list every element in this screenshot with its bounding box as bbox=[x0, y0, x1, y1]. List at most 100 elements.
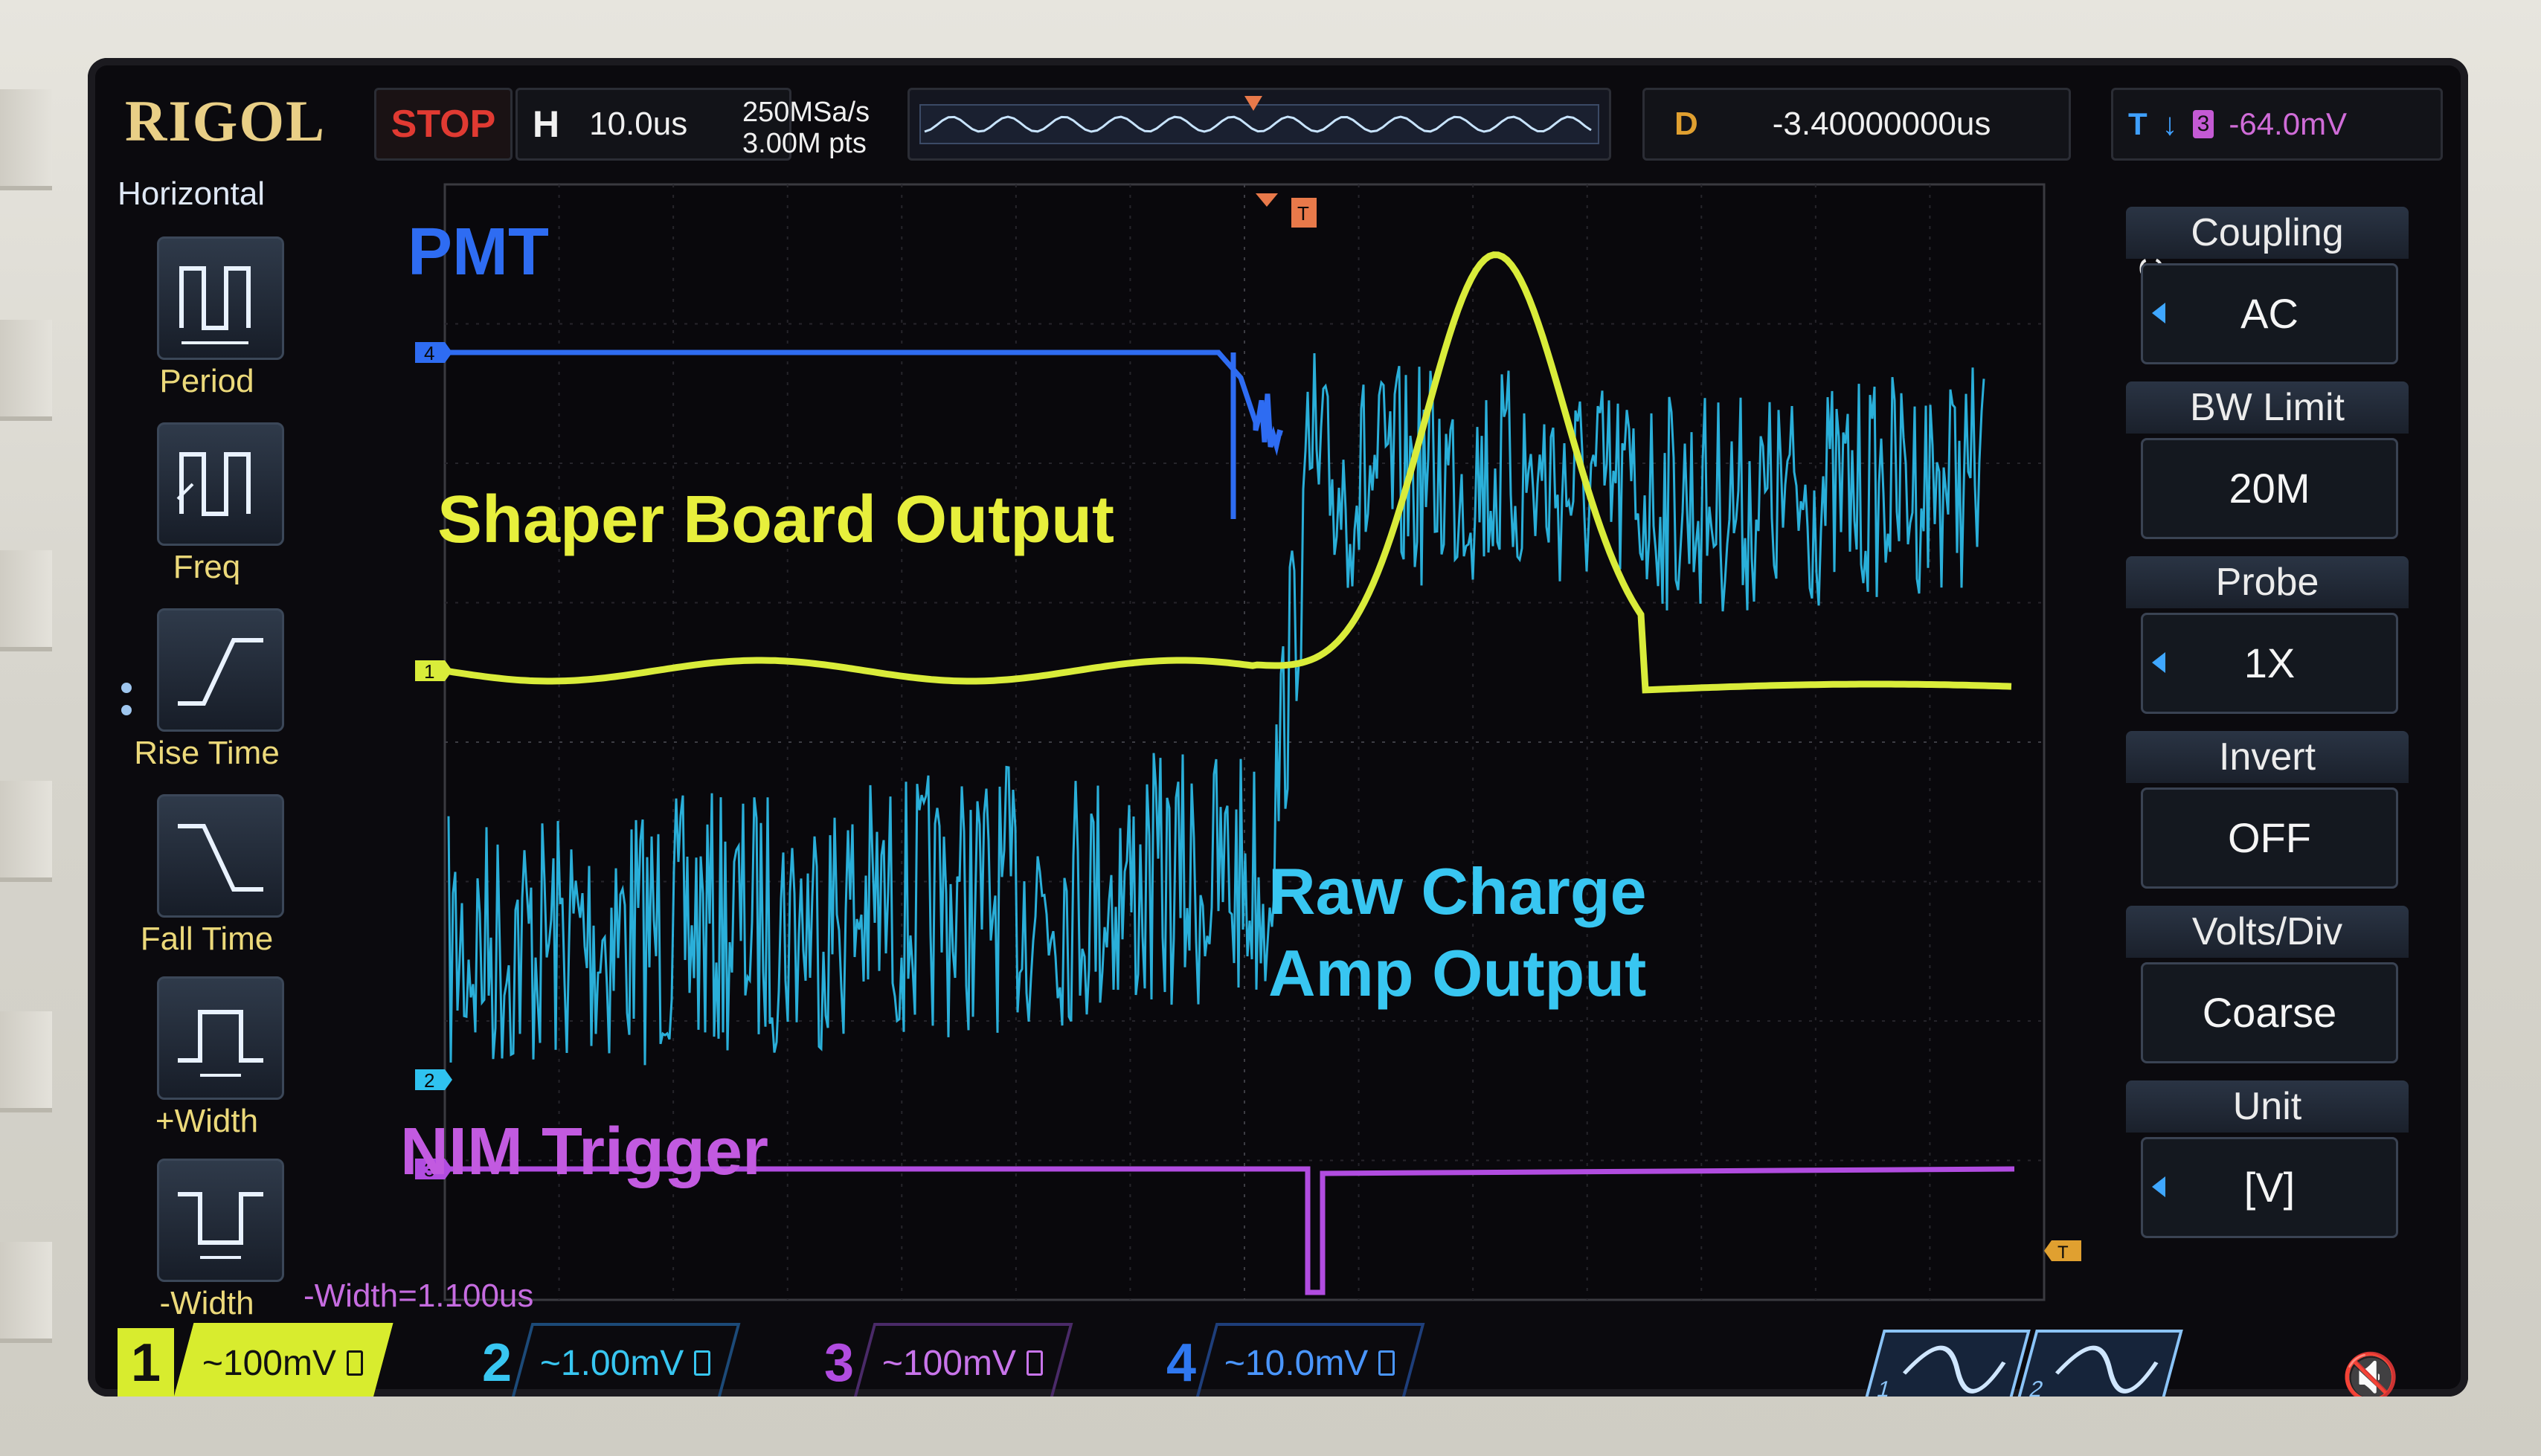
channel-number: 3 bbox=[824, 1333, 855, 1393]
horizontal-label: H bbox=[533, 103, 560, 145]
unit-value: [V] bbox=[2141, 1137, 2398, 1238]
bezel-notch bbox=[0, 550, 52, 651]
svg-text:2: 2 bbox=[2027, 1376, 2046, 1397]
memory-waveform-icon bbox=[919, 96, 1599, 144]
volts-div-value: Coarse bbox=[2141, 962, 2398, 1063]
trigger-label: T bbox=[2128, 106, 2148, 141]
delay-value: -3.40000000us bbox=[1772, 106, 1991, 142]
measure-positive-width-button[interactable]: +Width bbox=[129, 976, 284, 1155]
bezel-notch bbox=[0, 320, 52, 421]
sample-rate: 250MSa/s bbox=[742, 97, 870, 128]
unit-header: Unit bbox=[2126, 1080, 2409, 1133]
measure-rise-time-button[interactable]: Rise Time bbox=[129, 608, 284, 787]
rise-time-icon bbox=[157, 608, 284, 732]
memory-icon bbox=[694, 1350, 711, 1376]
measure-fall-time-button[interactable]: Fall Time bbox=[129, 794, 284, 973]
fall-time-icon bbox=[157, 794, 284, 918]
shaper-board-label: Shaper Board Output bbox=[437, 483, 1115, 557]
channel-number: 2 bbox=[482, 1333, 513, 1393]
memory-icon bbox=[1027, 1350, 1044, 1376]
channel-scale: ~1.00mV bbox=[510, 1323, 741, 1397]
run-stop-indicator[interactable]: STOP bbox=[374, 88, 513, 161]
invert-value: OFF bbox=[2141, 787, 2398, 889]
trigger-source: 3 bbox=[2192, 110, 2214, 138]
channel-scale: ~10.0mV bbox=[1194, 1323, 1425, 1397]
svg-text:4: 4 bbox=[424, 342, 434, 364]
unit-setting[interactable]: Unit [V] bbox=[2126, 1080, 2409, 1252]
probe-setting[interactable]: Probe 1X bbox=[2126, 556, 2409, 727]
svg-text:2: 2 bbox=[424, 1069, 434, 1092]
timebase-value: 10.0us bbox=[589, 106, 688, 142]
delay-label: D bbox=[1674, 106, 1698, 142]
delay-readout[interactable]: D -3.40000000us bbox=[1642, 88, 2071, 161]
channel-1-tab[interactable]: 1 ~100mV bbox=[118, 1322, 393, 1397]
coupling-setting[interactable]: Coupling AC bbox=[2126, 207, 2409, 378]
trigger-readout[interactable]: T ↓ 3 -64.0mV bbox=[2111, 88, 2443, 161]
sine-wave-icon bbox=[1902, 1345, 2006, 1394]
trigger-level-marker[interactable]: T bbox=[2044, 1240, 2081, 1263]
trigger-level: -64.0mV bbox=[2229, 106, 2348, 141]
channel-4-tab[interactable]: 4 ~10.0mV bbox=[1166, 1322, 1425, 1397]
channel-scale: ~100mV bbox=[172, 1323, 393, 1397]
source-1-button[interactable]: 1 bbox=[1863, 1330, 2031, 1397]
scope-screen: RIGOL STOP H 10.0us 250MSa/s 3.00M pts D… bbox=[88, 58, 2468, 1397]
memory-depth: 3.00M pts bbox=[742, 128, 867, 159]
channel-number: 4 bbox=[1166, 1333, 1197, 1393]
falling-edge-icon: ↓ bbox=[2162, 106, 2178, 141]
sound-muted-icon[interactable]: 🔇 bbox=[2342, 1350, 2399, 1397]
menu-item-label: Rise Time bbox=[134, 735, 280, 771]
channel-settings-menu: Coupling AC BW Limit 20M Probe 1X Invert… bbox=[2126, 207, 2446, 1337]
bezel-notch bbox=[0, 781, 52, 882]
bw-limit-header: BW Limit bbox=[2126, 381, 2409, 434]
channel-2-tab[interactable]: 2 ~1.00mV bbox=[482, 1322, 741, 1397]
top-status-bar: RIGOL STOP H 10.0us 250MSa/s 3.00M pts D… bbox=[88, 58, 2468, 173]
horizontal-measure-menu: Horizontal Period Freq Rise Time Fall Ti… bbox=[88, 170, 311, 1337]
svg-text:1: 1 bbox=[1875, 1376, 1894, 1397]
menu-title: Horizontal bbox=[118, 175, 266, 212]
invert-setting[interactable]: Invert OFF bbox=[2126, 731, 2409, 902]
channel-scale: ~100mV bbox=[852, 1323, 1073, 1397]
bezel-notch bbox=[0, 1242, 52, 1343]
svg-text:T: T bbox=[1297, 202, 1309, 225]
menu-item-label: Fall Time bbox=[140, 921, 274, 957]
menu-item-label: Period bbox=[159, 363, 254, 399]
memory-icon bbox=[1378, 1350, 1395, 1376]
svg-text:1: 1 bbox=[424, 660, 434, 683]
pmt-label: PMT bbox=[408, 215, 549, 289]
left-arrow-icon bbox=[2152, 652, 2165, 673]
measure-frequency-button[interactable]: Freq bbox=[129, 422, 284, 601]
period-icon bbox=[157, 236, 284, 360]
channel-status-bar: -Width=1.100us 1 ~100mV 2 ~1.00mV 3 ~100… bbox=[88, 1263, 2468, 1397]
brand-logo: RIGOL bbox=[125, 88, 327, 153]
left-arrow-icon bbox=[2152, 303, 2165, 323]
channel-number: 1 bbox=[118, 1328, 175, 1397]
volts-div-header: Volts/Div bbox=[2126, 906, 2409, 958]
bezel-notch bbox=[0, 1011, 52, 1112]
amp-output-label: Amp Output bbox=[1268, 936, 1647, 1010]
raw-charge-label: Raw Charge bbox=[1268, 854, 1647, 928]
svg-text:T: T bbox=[2057, 1243, 2069, 1263]
invert-header: Invert bbox=[2126, 731, 2409, 783]
memory-icon bbox=[347, 1350, 364, 1376]
menu-item-label: +Width bbox=[155, 1103, 259, 1139]
left-arrow-icon bbox=[2152, 1176, 2165, 1197]
coupling-value: AC bbox=[2141, 263, 2398, 364]
probe-header: Probe bbox=[2126, 556, 2409, 608]
measure-period-button[interactable]: Period bbox=[129, 236, 284, 415]
probe-value: 1X bbox=[2141, 613, 2398, 714]
coupling-header: Coupling bbox=[2126, 207, 2409, 259]
menu-item-label: Freq bbox=[173, 549, 241, 585]
frequency-icon bbox=[157, 422, 284, 546]
volts-div-setting[interactable]: Volts/Div Coarse bbox=[2126, 906, 2409, 1077]
channel-3-tab[interactable]: 3 ~100mV bbox=[824, 1322, 1073, 1397]
bandwidth-limit-setting[interactable]: BW Limit 20M bbox=[2126, 381, 2409, 553]
sine-wave-icon bbox=[2055, 1345, 2159, 1394]
bezel-notch bbox=[0, 89, 52, 190]
measurement-status: -Width=1.100us bbox=[303, 1278, 534, 1314]
source-2-button[interactable]: 2 bbox=[2015, 1330, 2183, 1397]
bw-limit-value: 20M bbox=[2141, 438, 2398, 539]
positive-width-icon bbox=[157, 976, 284, 1100]
acquisition-info: 250MSa/s 3.00M pts bbox=[742, 97, 913, 164]
nim-trigger-label: NIM Trigger bbox=[400, 1115, 769, 1189]
memory-overview bbox=[908, 88, 1611, 161]
